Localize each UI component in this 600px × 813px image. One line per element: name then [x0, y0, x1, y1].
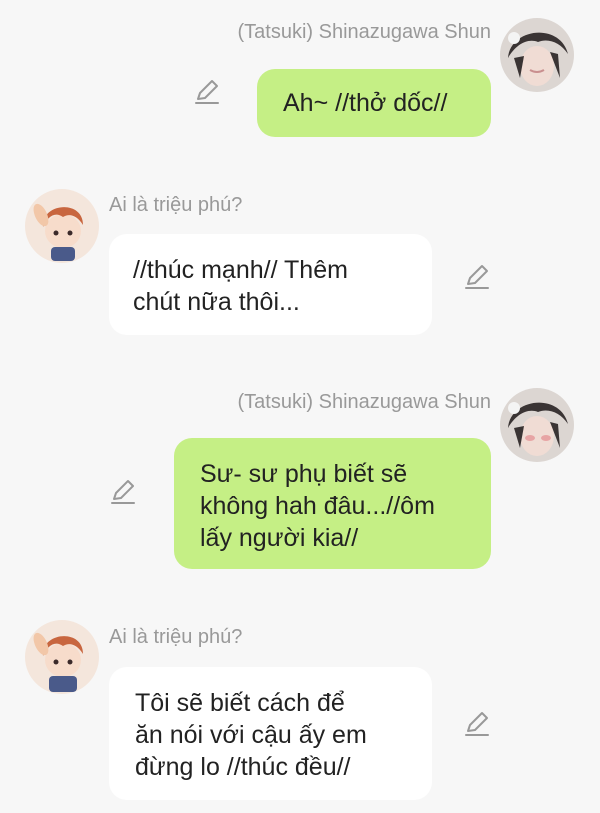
dark-haired-character-avatar	[500, 18, 574, 92]
chibi-redhead-avatar	[25, 620, 99, 694]
message-text-line: Tôi sẽ biết cách để	[135, 689, 345, 717]
message-bubble[interactable]: Sư- sư phụ biết sẽ không hah đâu...//ôm …	[174, 438, 491, 569]
message-text-line: lấy người kia//	[200, 524, 359, 552]
message-bubble[interactable]: //thúc mạnh// Thêm chút nữa thôi...	[109, 234, 432, 335]
sender-name: (Tatsuki) Shinazugawa Shun	[237, 391, 491, 413]
message-text-line: //thúc mạnh// Thêm	[133, 256, 348, 284]
message-text-line: đừng lo //thúc đều//	[135, 753, 351, 781]
edit-button[interactable]	[109, 478, 137, 506]
pencil-edit-icon	[111, 480, 135, 504]
sender-avatar[interactable]	[25, 620, 99, 694]
chibi-redhead-avatar	[25, 189, 99, 263]
message-text-line: chút nữa thôi...	[133, 288, 300, 316]
message-text-line: ăn nói với cậu ấy em	[135, 721, 367, 749]
pencil-edit-icon	[465, 265, 489, 289]
sender-avatar[interactable]	[25, 189, 99, 263]
edit-button[interactable]	[193, 78, 221, 106]
sender-name: Ai là triệu phú?	[109, 626, 243, 648]
edit-button[interactable]	[463, 710, 491, 738]
message-bubble[interactable]: Ah~ //thở dốc//	[257, 69, 491, 137]
message-text-line: Ah~ //thở dốc//	[283, 89, 448, 117]
sender-name: Ai là triệu phú?	[109, 194, 243, 216]
sender-name: (Tatsuki) Shinazugawa Shun	[237, 21, 491, 43]
message-bubble[interactable]: Tôi sẽ biết cách để ăn nói với cậu ấy em…	[109, 667, 432, 800]
dark-haired-character-avatar	[500, 388, 574, 462]
message-text-line: Sư- sư phụ biết sẽ	[200, 460, 408, 488]
message-text-line: không hah đâu...//ôm	[200, 492, 435, 520]
sender-avatar[interactable]	[500, 388, 574, 462]
sender-avatar[interactable]	[500, 18, 574, 92]
pencil-edit-icon	[195, 80, 219, 104]
edit-button[interactable]	[463, 263, 491, 291]
pencil-edit-icon	[465, 712, 489, 736]
